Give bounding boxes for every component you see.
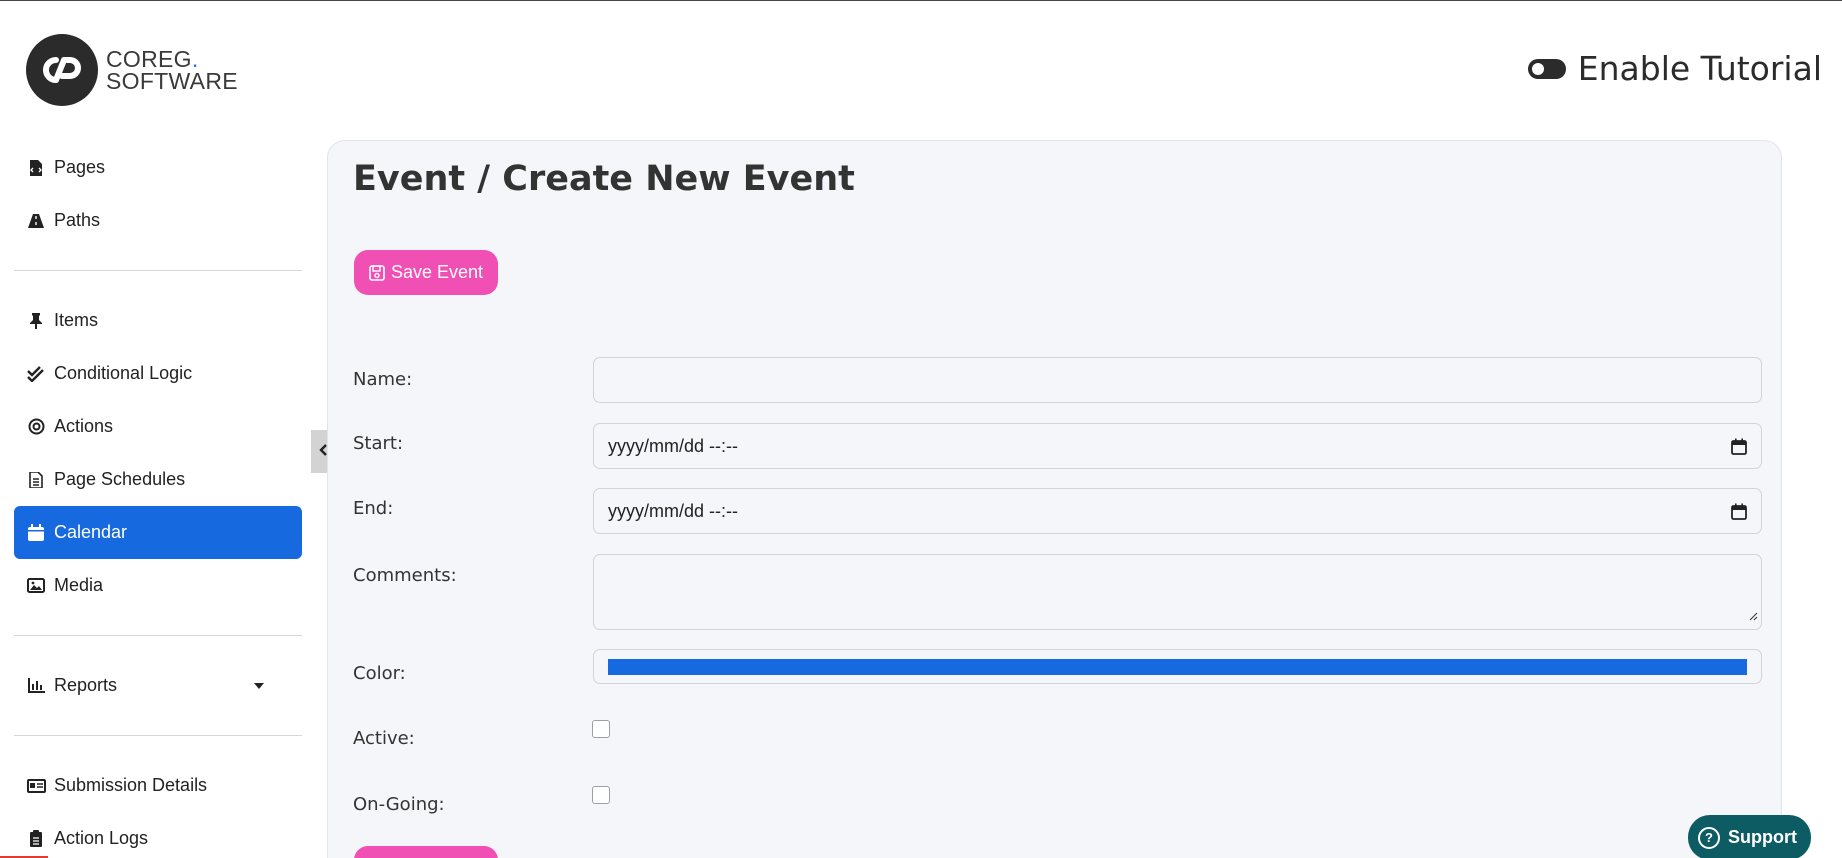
tutorial-toggle[interactable] bbox=[1527, 58, 1566, 79]
road-icon bbox=[26, 211, 46, 231]
calendar-picker-icon[interactable] bbox=[1731, 503, 1747, 520]
comments-textarea[interactable] bbox=[593, 554, 1762, 630]
color-swatch bbox=[608, 658, 1747, 675]
double-check-icon bbox=[26, 364, 46, 384]
help-circle-icon: ? bbox=[1698, 826, 1720, 849]
toggle-knob bbox=[1531, 62, 1544, 75]
logo-mark-icon bbox=[26, 34, 98, 106]
sidebar-item-label: Items bbox=[54, 310, 99, 330]
sidebar-item-actions[interactable]: Actions bbox=[14, 400, 302, 453]
nav-divider bbox=[14, 635, 302, 636]
start-datetime-value: yyyy/mm/dd --:-- bbox=[608, 435, 738, 456]
nav-divider bbox=[14, 735, 302, 736]
support-label: Support bbox=[1728, 827, 1797, 847]
brand-logo[interactable]: COREG. SOFTWARE bbox=[26, 34, 238, 106]
sidebar-item-label: Page Schedules bbox=[54, 469, 186, 489]
end-datetime-value: yyyy/mm/dd --:-- bbox=[608, 500, 738, 521]
sidebar-item-page-schedules[interactable]: Page Schedules bbox=[14, 453, 302, 506]
save-event-button-bottom[interactable] bbox=[354, 846, 498, 858]
sidebar-item-items[interactable]: Items bbox=[14, 294, 302, 347]
name-input[interactable] bbox=[593, 357, 1762, 403]
sidebar-item-label: Conditional Logic bbox=[54, 363, 193, 383]
sidebar-item-label: Calendar bbox=[54, 522, 128, 542]
active-checkbox[interactable] bbox=[592, 720, 610, 738]
end-datetime-input[interactable]: yyyy/mm/dd --:-- bbox=[593, 488, 1762, 534]
resize-grip-icon[interactable] bbox=[1748, 605, 1758, 626]
calendar-icon bbox=[26, 523, 46, 543]
ongoing-label: On-Going: bbox=[353, 794, 445, 815]
brand-line2: SOFTWARE bbox=[106, 68, 238, 94]
sidebar-item-label: Reports bbox=[54, 675, 118, 695]
floppy-disk-icon bbox=[369, 264, 385, 281]
chevron-down-icon[interactable] bbox=[254, 682, 264, 689]
target-icon bbox=[26, 417, 46, 437]
save-event-label: Save Event bbox=[390, 262, 484, 282]
pin-icon bbox=[26, 311, 46, 331]
sidebar-nav: Pages Paths Items Conditional Logic Acti… bbox=[14, 141, 302, 858]
sidebar-item-reports[interactable]: Reports bbox=[14, 659, 302, 712]
start-label: Start: bbox=[353, 433, 404, 454]
calendar-picker-icon[interactable] bbox=[1731, 438, 1747, 455]
sidebar-item-label: Pages bbox=[54, 157, 106, 177]
color-label: Color: bbox=[353, 663, 406, 684]
sidebar-item-paths[interactable]: Paths bbox=[14, 194, 302, 247]
brand-name: COREG. SOFTWARE bbox=[106, 48, 238, 94]
sidebar-item-label: Submission Details bbox=[54, 775, 208, 795]
bar-chart-icon bbox=[26, 676, 46, 696]
save-event-button[interactable]: Save Event bbox=[354, 250, 498, 295]
sidebar-item-label: Media bbox=[54, 575, 104, 595]
sidebar-item-action-logs[interactable]: Action Logs bbox=[14, 812, 302, 858]
sidebar-item-media[interactable]: Media bbox=[14, 559, 302, 612]
comments-label: Comments: bbox=[353, 565, 457, 586]
active-label: Active: bbox=[353, 728, 415, 749]
support-button[interactable]: ? Support bbox=[1688, 815, 1811, 858]
id-card-icon bbox=[26, 776, 46, 796]
sidebar-item-conditional-logic[interactable]: Conditional Logic bbox=[14, 347, 302, 400]
sidebar-item-submission-details[interactable]: Submission Details bbox=[14, 759, 302, 812]
end-label: End: bbox=[353, 498, 394, 519]
main-panel: Event / Create New Event Save Event Name… bbox=[327, 140, 1782, 858]
clipboard-list-icon bbox=[26, 829, 46, 849]
tutorial-toggle-group[interactable]: Enable Tutorial bbox=[1527, 49, 1822, 88]
sidebar-item-label: Paths bbox=[54, 210, 101, 230]
file-code-icon bbox=[26, 158, 46, 178]
sidebar-item-pages[interactable]: Pages bbox=[14, 141, 302, 194]
file-lines-icon bbox=[26, 470, 46, 490]
sidebar-item-label: Actions bbox=[54, 416, 114, 436]
tutorial-label: Enable Tutorial bbox=[1577, 49, 1822, 88]
sidebar-item-calendar[interactable]: Calendar bbox=[14, 506, 302, 559]
nav-divider bbox=[14, 270, 302, 271]
sidebar-item-label: Action Logs bbox=[54, 828, 149, 848]
image-icon bbox=[26, 576, 46, 596]
page-title: Event / Create New Event bbox=[353, 159, 855, 199]
ongoing-checkbox[interactable] bbox=[592, 786, 610, 804]
color-picker-input[interactable] bbox=[593, 649, 1762, 684]
start-datetime-input[interactable]: yyyy/mm/dd --:-- bbox=[593, 423, 1762, 469]
name-label: Name: bbox=[353, 369, 413, 390]
